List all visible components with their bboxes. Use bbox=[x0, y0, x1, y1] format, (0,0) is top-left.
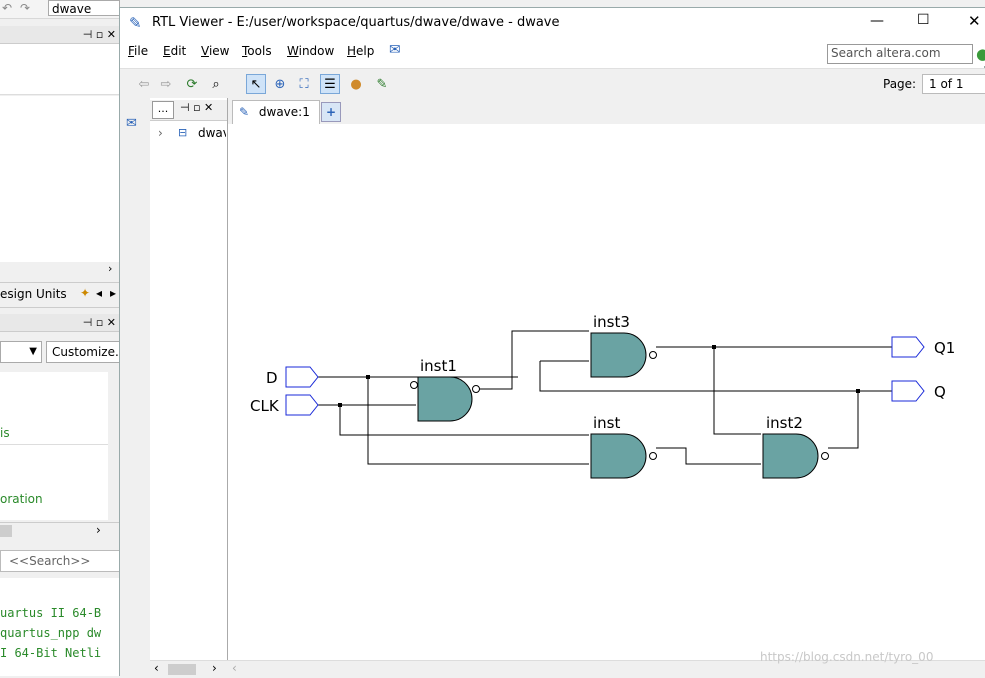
panel-area-2 bbox=[0, 96, 120, 262]
chat-icon[interactable]: ✉ bbox=[126, 116, 137, 131]
redo-icon[interactable]: ↷ bbox=[20, 1, 30, 15]
gate-label-inst: inst bbox=[593, 414, 620, 432]
junction bbox=[856, 389, 860, 393]
gate-label-inst2: inst2 bbox=[766, 414, 803, 432]
output-label-q1: Q1 bbox=[934, 339, 955, 357]
hierarchy-filter[interactable]: ... bbox=[152, 101, 174, 119]
tab-label: dwave:1 bbox=[258, 105, 310, 119]
scroll-right-icon[interactable]: › bbox=[96, 523, 101, 537]
scroll-left-icon[interactable]: ‹ bbox=[154, 661, 159, 675]
rtl-viewer-window: ✎ RTL Viewer - E:/user/workspace/quartus… bbox=[119, 7, 985, 678]
list-item[interactable]: oration bbox=[0, 492, 43, 506]
scroll-thumb[interactable] bbox=[168, 664, 196, 675]
expand-icon[interactable]: › bbox=[158, 126, 163, 140]
console-line: I 64-Bit Netli bbox=[0, 646, 102, 660]
input-label-d: D bbox=[266, 369, 278, 387]
page-label: Page: bbox=[883, 77, 917, 91]
input-label-clk: CLK bbox=[250, 397, 280, 415]
scroll-thumb[interactable] bbox=[0, 525, 12, 537]
hierarchy-panel bbox=[150, 98, 228, 677]
menu-tools[interactable]: Tools bbox=[242, 44, 272, 58]
filter-dropdown[interactable]: ▼ bbox=[0, 341, 42, 363]
add-tab-icon[interactable]: + bbox=[321, 102, 341, 122]
panel-tabs: esign Units ✦ ◂ ▸ bbox=[0, 282, 120, 308]
list-panel: is oration bbox=[0, 372, 108, 520]
tab-left-icon[interactable]: ◂ bbox=[96, 286, 102, 300]
search-input[interactable]: Search altera.com bbox=[827, 44, 973, 64]
console-line: quartus_npp dw bbox=[0, 626, 102, 640]
tab-strip bbox=[228, 98, 985, 125]
customize-button[interactable]: Customize... bbox=[46, 341, 120, 363]
junction bbox=[338, 403, 342, 407]
properties-icon[interactable]: ✎ bbox=[372, 74, 392, 94]
canvas-scroll-left-icon[interactable]: ‹ bbox=[232, 661, 237, 675]
junction bbox=[366, 375, 370, 379]
title-bar[interactable]: ✎ RTL Viewer - E:/user/workspace/quartus… bbox=[120, 8, 985, 38]
gate-inst3[interactable]: inst3 bbox=[590, 313, 657, 378]
menu-edit[interactable]: Edit bbox=[163, 44, 186, 58]
menu-file[interactable]: File bbox=[128, 44, 148, 58]
input-pin-d[interactable] bbox=[285, 366, 319, 388]
schematic-canvas[interactable]: D CLK Q1 Q inst1 inst3 inst inst2 bbox=[228, 124, 985, 661]
output-pin-q[interactable] bbox=[891, 380, 925, 402]
globe-icon[interactable]: ● bbox=[976, 45, 985, 63]
fit-window-icon[interactable]: ⛶ bbox=[294, 74, 314, 94]
back-icon[interactable]: ⇦ bbox=[134, 74, 154, 94]
page-dropdown[interactable]: 1 of 1 bbox=[922, 74, 985, 94]
search-field[interactable]: <<Search>> bbox=[0, 550, 120, 572]
rtl-tab-icon: ✎ bbox=[239, 105, 250, 119]
help-chat-icon[interactable]: ✉ bbox=[389, 42, 401, 58]
menu-window[interactable]: Window bbox=[287, 44, 334, 58]
output-pin-q1[interactable] bbox=[891, 336, 925, 358]
hierarchy-icon: ⊟ bbox=[178, 126, 188, 139]
tab-right-icon[interactable]: ▸ bbox=[110, 286, 116, 300]
menu-help[interactable]: Help bbox=[347, 44, 374, 58]
gate-inst1[interactable]: inst1 bbox=[410, 357, 480, 422]
console-line: uartus II 64-B bbox=[0, 606, 102, 620]
gate-inst[interactable]: inst bbox=[590, 414, 657, 479]
zoom-icon[interactable]: ⊕ bbox=[270, 74, 290, 94]
tab-dwave[interactable]: ✎ dwave:1 bbox=[232, 100, 320, 124]
hierarchy-item[interactable]: dwav bbox=[198, 126, 226, 140]
panel-header-2: ⊣ ▫ ✕ bbox=[0, 314, 120, 332]
watermark: https://blog.csdn.net/tyro_00 bbox=[760, 650, 934, 664]
hierarchy-header: ... ⊣ ▫ ✕ bbox=[150, 100, 227, 121]
color-settings-icon[interactable]: ● bbox=[346, 74, 366, 94]
minimize-button[interactable]: — bbox=[870, 13, 884, 29]
undo-icon[interactable]: ↶ bbox=[2, 1, 12, 15]
toolbar: ⇦ ⇨ ⟳ ⌕ ↖ ⊕ ⛶ ☰ ● ✎ Page: bbox=[120, 68, 985, 100]
console-panel: uartus II 64-B quartus_npp dw I 64-Bit N… bbox=[0, 578, 120, 676]
refresh-icon[interactable]: ⟳ bbox=[182, 74, 202, 94]
menu-view[interactable]: View bbox=[201, 44, 229, 58]
find-icon[interactable]: ⌕ bbox=[206, 74, 226, 94]
gate-label-inst1: inst1 bbox=[420, 357, 457, 375]
scroll-right-icon[interactable]: › bbox=[212, 661, 217, 675]
close-button[interactable]: ✕ bbox=[968, 12, 981, 30]
panel-header-1: ⊣ ▫ ✕ bbox=[0, 26, 120, 44]
panel-area-1 bbox=[0, 44, 120, 95]
panel-controls[interactable]: ⊣ ▫ ✕ bbox=[180, 101, 213, 114]
side-strip: ✉ bbox=[120, 98, 151, 677]
scroll-right-icon[interactable]: › bbox=[108, 262, 112, 275]
input-pin-clk[interactable] bbox=[285, 394, 319, 416]
schematic-svg: D CLK Q1 Q inst1 inst3 inst inst2 bbox=[250, 313, 955, 479]
wand-icon[interactable]: ✦ bbox=[80, 286, 90, 300]
rtl-viewer-icon: ✎ bbox=[129, 14, 142, 32]
list-item[interactable]: is bbox=[0, 426, 10, 440]
gate-inst2[interactable]: inst2 bbox=[762, 414, 829, 479]
project-field[interactable]: dwave bbox=[48, 0, 120, 16]
divider bbox=[0, 444, 108, 445]
junction bbox=[712, 345, 716, 349]
gate-label-inst3: inst3 bbox=[593, 313, 630, 331]
forward-icon[interactable]: ⇨ bbox=[156, 74, 176, 94]
design-units-tab[interactable]: esign Units bbox=[0, 287, 67, 301]
select-pointer-icon[interactable]: ↖ bbox=[246, 74, 266, 94]
horizontal-scrollbar[interactable]: › bbox=[0, 522, 120, 539]
maximize-button[interactable]: ☐ bbox=[917, 12, 930, 28]
output-label-q: Q bbox=[934, 383, 946, 401]
window-title: RTL Viewer - E:/user/workspace/quartus/d… bbox=[152, 15, 560, 30]
netlist-navigator-icon[interactable]: ☰ bbox=[320, 74, 340, 94]
